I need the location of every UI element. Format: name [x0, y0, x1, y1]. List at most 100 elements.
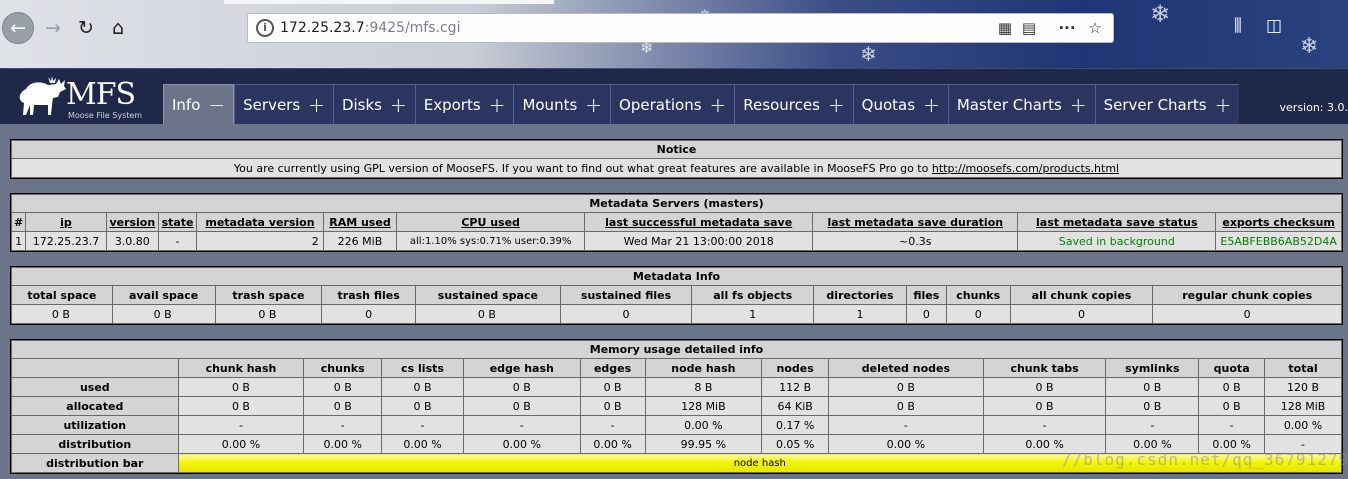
table-cell: 0 B — [462, 396, 581, 416]
table-cell: 0 B — [1198, 377, 1266, 397]
url-text[interactable]: 172.25.23.7:9425/mfs.cgi — [280, 20, 460, 36]
table-cell: 0 — [1152, 304, 1342, 324]
plus-icon: + — [1069, 92, 1087, 117]
snowflake-decoration-icon: ❄ — [1300, 34, 1319, 59]
table-cell: 0 B — [415, 304, 561, 324]
table-cell: 0.00 % — [177, 434, 305, 454]
page-actions-icon[interactable]: ··· — [1057, 18, 1077, 38]
column-header[interactable]: # — [10, 212, 27, 232]
table-cell: - — [828, 415, 984, 435]
column-header — [11, 358, 179, 378]
column-header: cs lists — [381, 358, 464, 378]
library-icon[interactable]: ⫼ — [1234, 16, 1242, 36]
tab-disks[interactable]: Disks + — [332, 84, 415, 124]
column-header: chunk tabs — [982, 358, 1107, 378]
table-cell: 0.00 % — [644, 415, 763, 435]
column-header[interactable]: ip — [25, 212, 107, 232]
tab-resources[interactable]: Resources + — [734, 84, 853, 124]
table-cell: - — [1198, 415, 1266, 435]
mfs-logo[interactable]: MFS Moose File System — [12, 75, 162, 121]
url-bar[interactable]: i 172.25.23.7:9425/mfs.cgi ▦ ▤ ··· ☆ — [247, 13, 1114, 43]
row-label: used — [11, 377, 179, 397]
table-cell: 0 B — [828, 377, 984, 397]
tab-info[interactable]: Info − — [163, 84, 235, 125]
metadata-servers-title: Metadata Servers (masters) — [11, 194, 1342, 213]
plus-icon: + — [488, 92, 506, 117]
column-header[interactable]: RAM used — [322, 212, 398, 232]
column-header[interactable]: version — [105, 212, 159, 232]
plus-icon: + — [709, 92, 727, 117]
watermark-text: //blog.csdn.net/qq_36791279 — [1062, 450, 1348, 469]
reload-button[interactable]: ↻ — [70, 12, 102, 44]
table-cell: 0 — [1009, 304, 1154, 324]
back-button[interactable]: ← — [2, 12, 34, 44]
table-cell: 0 B — [1105, 377, 1200, 397]
table-cell: 226 MiB — [322, 231, 398, 251]
column-header: node hash — [644, 358, 763, 378]
column-header[interactable]: exports checksum — [1215, 212, 1342, 232]
table-cell: 0 B — [111, 304, 216, 324]
column-header: chunk hash — [177, 358, 305, 378]
row-label: utilization — [11, 415, 179, 435]
qr-code-icon[interactable]: ▦ — [995, 18, 1015, 38]
column-header: trash files — [321, 285, 417, 305]
tab-mounts[interactable]: Mounts + — [513, 84, 611, 124]
row-label: distribution — [11, 434, 179, 454]
tab-servers[interactable]: Servers + — [234, 84, 333, 124]
table-cell: 3.0.80 — [105, 231, 159, 251]
table-cell: E5ABFEBB6AB52D4A — [1215, 231, 1342, 251]
snowflake-decoration-icon: ❄ — [1150, 0, 1171, 28]
table-cell: 0.00 % — [303, 434, 383, 454]
tab-server-charts[interactable]: Server Charts + — [1094, 84, 1240, 124]
column-header[interactable]: last metadata save duration — [812, 212, 1019, 232]
metadata-info-title: Metadata Info — [11, 267, 1342, 286]
tab-quotas[interactable]: Quotas + — [852, 84, 948, 124]
table-row: 0 B0 B0 B00 B0110000 — [11, 304, 1342, 324]
column-header[interactable]: last metadata save status — [1017, 212, 1217, 232]
metadata-info-panel: Metadata Info total space avail space tras… — [10, 266, 1343, 325]
bookmark-star-icon[interactable]: ☆ — [1085, 18, 1105, 38]
table-cell: 0.00 % — [828, 434, 984, 454]
table-row: used 0 B0 B0 B0 B0 B8 B 112 B0 B0 B0 B0 B1… — [11, 377, 1342, 397]
plus-icon: + — [827, 92, 845, 117]
site-info-icon[interactable]: i — [256, 19, 274, 37]
tab-exports[interactable]: Exports + — [414, 84, 514, 124]
main-menu: Info − Servers + Disks + Exports + Mounts + Operat… — [163, 84, 1240, 125]
metadata-info-header-row: total space avail space trash space trash f… — [11, 285, 1342, 305]
table-row: utilization - - - - -0.00 % 0.17 % - - - -0.00 % — [11, 415, 1342, 435]
column-header[interactable]: metadata version — [196, 212, 324, 232]
table-cell: 0 — [559, 304, 693, 324]
tab-label: Mounts — [522, 95, 578, 114]
plus-icon: + — [308, 92, 325, 117]
metadata-servers-panel: Metadata Servers (masters) # ip version sta… — [10, 193, 1343, 252]
table-cell: 120 B — [1264, 377, 1342, 397]
column-header: edge hash — [462, 358, 581, 378]
sidebar-icon[interactable]: ◫ — [1266, 16, 1282, 36]
table-cell: - — [579, 415, 646, 435]
column-header[interactable]: CPU used — [396, 212, 586, 232]
row-label: allocated — [11, 396, 179, 416]
reader-view-icon[interactable]: ▤ — [1019, 18, 1039, 38]
products-link[interactable]: http://moosefs.com/products.html — [932, 162, 1119, 175]
tab-label: Info — [172, 96, 201, 114]
table-cell: 128 MiB — [1264, 396, 1342, 416]
table-cell: 0 B — [1105, 396, 1200, 416]
table-cell: 1 — [813, 304, 907, 324]
tab-operations[interactable]: Operations + — [610, 84, 735, 124]
table-cell: Saved in background — [1017, 231, 1217, 251]
home-button[interactable]: ⌂ — [102, 12, 134, 44]
column-header[interactable]: state — [157, 212, 198, 232]
arrow-right-icon: → — [45, 17, 61, 39]
column-header[interactable]: last successful metadata save — [584, 212, 814, 232]
column-header: files — [905, 285, 947, 305]
metadata-servers-header-row: # ip version state metadata version RAM used C… — [10, 212, 1342, 232]
table-cell: 0 B — [1198, 396, 1266, 416]
table-cell: 0 B — [177, 377, 305, 397]
tab-label: Quotas — [861, 95, 916, 114]
memory-usage-header-row: chunk hash chunks cs lists edge hash edges no… — [11, 358, 1342, 378]
column-header: total space — [11, 285, 113, 305]
table-cell: 1 — [10, 231, 27, 251]
column-header: all fs objects — [691, 285, 815, 305]
tab-master-charts[interactable]: Master Charts + — [947, 84, 1095, 124]
forward-button[interactable]: → — [37, 12, 69, 44]
